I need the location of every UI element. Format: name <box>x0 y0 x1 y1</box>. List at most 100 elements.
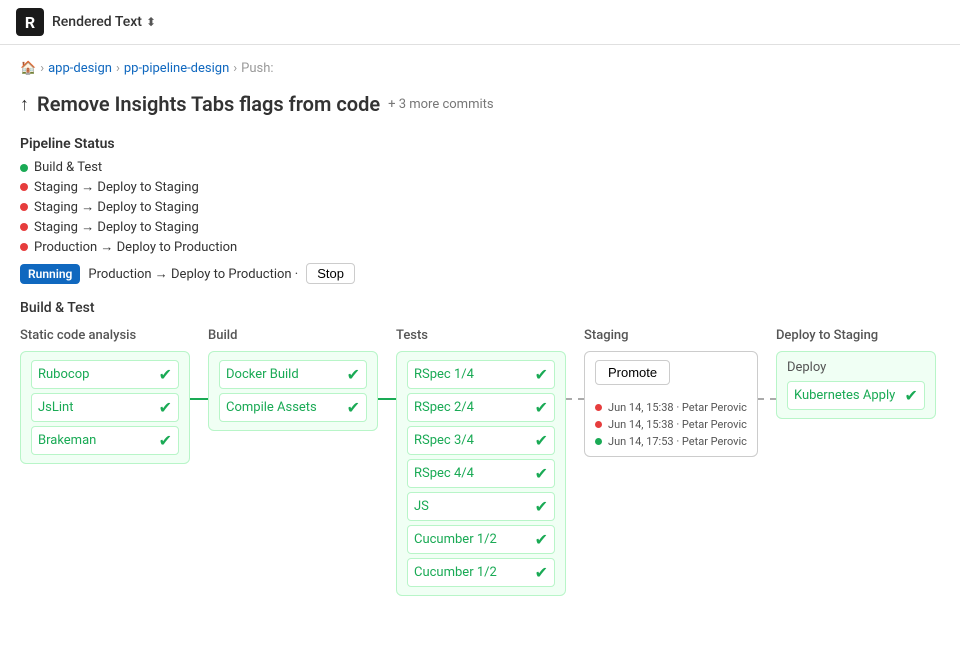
rspec4-check-icon: ✔ <box>535 464 548 483</box>
stage-static-code: Static code analysis Rubocop ✔ JsLint ✔ … <box>20 328 190 464</box>
rspec2-check-icon: ✔ <box>535 398 548 417</box>
job-cucumber1-name: Cucumber 1/2 <box>414 532 497 547</box>
build-label: Build <box>208 328 237 343</box>
stop-button[interactable]: Stop <box>306 263 355 284</box>
staging-box: Promote Jun 14, 15:38 · Petar Perovic Ju… <box>584 351 758 457</box>
status-label-3: Staging → Deploy to Staging <box>34 199 199 215</box>
job-cucumber-2[interactable]: Cucumber 1/2 ✔ <box>407 558 555 587</box>
job-js-name: JS <box>414 499 429 514</box>
static-code-box: Rubocop ✔ JsLint ✔ Brakeman ✔ <box>20 351 190 464</box>
running-badge: Running <box>20 264 80 284</box>
connector-3 <box>566 328 584 400</box>
rspec1-check-icon: ✔ <box>535 365 548 384</box>
breadcrumb-pp-pipeline[interactable]: pp-pipeline-design <box>124 61 229 76</box>
status-list: Build & Test Staging → Deploy to Staging… <box>20 160 940 255</box>
job-docker-build-name: Docker Build <box>226 367 299 382</box>
job-kubernetes[interactable]: Kubernetes Apply ✔ <box>787 381 925 410</box>
job-brakeman[interactable]: Brakeman ✔ <box>31 426 179 455</box>
job-jslint[interactable]: JsLint ✔ <box>31 393 179 422</box>
job-js[interactable]: JS ✔ <box>407 492 555 521</box>
app-name: Rendered Text <box>52 14 142 30</box>
deploy-sub-label: Deploy <box>787 360 925 375</box>
connector-4 <box>758 328 776 400</box>
stage-deploy: Deploy to Staging Deploy Kubernetes Appl… <box>776 328 936 419</box>
job-docker-build[interactable]: Docker Build ✔ <box>219 360 367 389</box>
breadcrumb-app-design[interactable]: app-design <box>48 61 112 76</box>
running-text: Production → Deploy to Production · <box>88 266 298 282</box>
pipeline-grid: Static code analysis Rubocop ✔ JsLint ✔ … <box>20 328 940 596</box>
kubernetes-check-icon: ✔ <box>905 386 918 405</box>
breadcrumb: 🏠 › app-design › pp-pipeline-design › Pu… <box>20 61 940 76</box>
pipeline-status-heading: Pipeline Status <box>20 136 940 152</box>
job-rspec-3[interactable]: RSpec 3/4 ✔ <box>407 426 555 455</box>
deploy-box: Deploy Kubernetes Apply ✔ <box>776 351 936 419</box>
connector-2 <box>378 328 396 400</box>
status-item-1: Build & Test <box>20 160 940 175</box>
status-dot-3 <box>20 203 28 211</box>
staging-event-dot-2 <box>595 421 602 428</box>
staging-event-text-3: Jun 14, 17:53 · Petar Perovic <box>608 435 747 448</box>
logo-box: R <box>16 8 44 36</box>
stage-build: Build Docker Build ✔ Compile Assets ✔ <box>208 328 378 431</box>
status-dot-4 <box>20 223 28 231</box>
build-test-section-label: Build & Test <box>20 300 940 316</box>
connector-line-2 <box>378 398 396 400</box>
build-box: Docker Build ✔ Compile Assets ✔ <box>208 351 378 431</box>
connector-line-1 <box>190 398 208 400</box>
job-rubocop[interactable]: Rubocop ✔ <box>31 360 179 389</box>
status-label-5: Production → Deploy to Production <box>34 239 237 255</box>
job-cucumber2-name: Cucumber 1/2 <box>414 565 497 580</box>
staging-event-1: Jun 14, 15:38 · Petar Perovic <box>595 401 747 414</box>
job-compile-assets[interactable]: Compile Assets ✔ <box>219 393 367 422</box>
job-rspec2-name: RSpec 2/4 <box>414 400 474 415</box>
job-compile-assets-name: Compile Assets <box>226 400 317 415</box>
app-select-icon[interactable]: ⬍ <box>146 15 156 29</box>
status-dot-2 <box>20 183 28 191</box>
up-arrow-icon: ↑ <box>20 94 29 115</box>
deploy-label-suffix: to Staging <box>819 328 878 343</box>
status-item-4: Staging → Deploy to Staging <box>20 219 940 235</box>
job-rspec4-name: RSpec 4/4 <box>414 466 474 481</box>
commits-count: + 3 more commits <box>388 97 494 112</box>
static-code-label: Static code analysis <box>20 328 136 343</box>
job-rspec3-name: RSpec 3/4 <box>414 433 474 448</box>
status-label-4: Staging → Deploy to Staging <box>34 219 199 235</box>
page-title: Remove Insights Tabs flags from code <box>37 92 380 116</box>
logo-letter: R <box>25 13 35 32</box>
js-check-icon: ✔ <box>535 497 548 516</box>
job-rspec-1[interactable]: RSpec 1/4 ✔ <box>407 360 555 389</box>
job-kubernetes-name: Kubernetes Apply <box>794 388 895 403</box>
status-item-3: Staging → Deploy to Staging <box>20 199 940 215</box>
page-title-row: ↑ Remove Insights Tabs flags from code +… <box>20 92 940 116</box>
job-rspec1-name: RSpec 1/4 <box>414 367 474 382</box>
job-rubocop-name: Rubocop <box>38 367 89 382</box>
docker-check-icon: ✔ <box>347 365 360 384</box>
status-item-2: Staging → Deploy to Staging <box>20 179 940 195</box>
job-rspec-4[interactable]: RSpec 4/4 ✔ <box>407 459 555 488</box>
staging-event-dot-3 <box>595 438 602 445</box>
breadcrumb-push: Push: <box>241 61 273 76</box>
status-dot-5 <box>20 243 28 251</box>
job-cucumber-1[interactable]: Cucumber 1/2 ✔ <box>407 525 555 554</box>
status-item-5: Production → Deploy to Production <box>20 239 940 255</box>
staging-events: Jun 14, 15:38 · Petar Perovic Jun 14, 15… <box>595 401 747 448</box>
status-label-2: Staging → Deploy to Staging <box>34 179 199 195</box>
running-bar: Running Production → Deploy to Productio… <box>20 263 940 284</box>
job-jslint-name: JsLint <box>38 400 73 415</box>
rspec3-check-icon: ✔ <box>535 431 548 450</box>
cucumber2-check-icon: ✔ <box>535 563 548 582</box>
breadcrumb-separator: › <box>40 61 44 76</box>
staging-event-text-2: Jun 14, 15:38 · Petar Perovic <box>608 418 747 431</box>
staging-event-text-1: Jun 14, 15:38 · Petar Perovic <box>608 401 747 414</box>
staging-event-2: Jun 14, 15:38 · Petar Perovic <box>595 418 747 431</box>
job-brakeman-name: Brakeman <box>38 433 96 448</box>
compile-check-icon: ✔ <box>347 398 360 417</box>
brakeman-check-icon: ✔ <box>159 431 172 450</box>
connector-1 <box>190 328 208 400</box>
tests-label: Tests <box>396 328 428 343</box>
deploy-label: Deploy to Staging <box>776 328 878 343</box>
promote-button[interactable]: Promote <box>595 360 670 385</box>
stage-tests: Tests RSpec 1/4 ✔ RSpec 2/4 ✔ RSpec 3/4 … <box>396 328 566 596</box>
status-label-1: Build & Test <box>34 160 102 175</box>
job-rspec-2[interactable]: RSpec 2/4 ✔ <box>407 393 555 422</box>
